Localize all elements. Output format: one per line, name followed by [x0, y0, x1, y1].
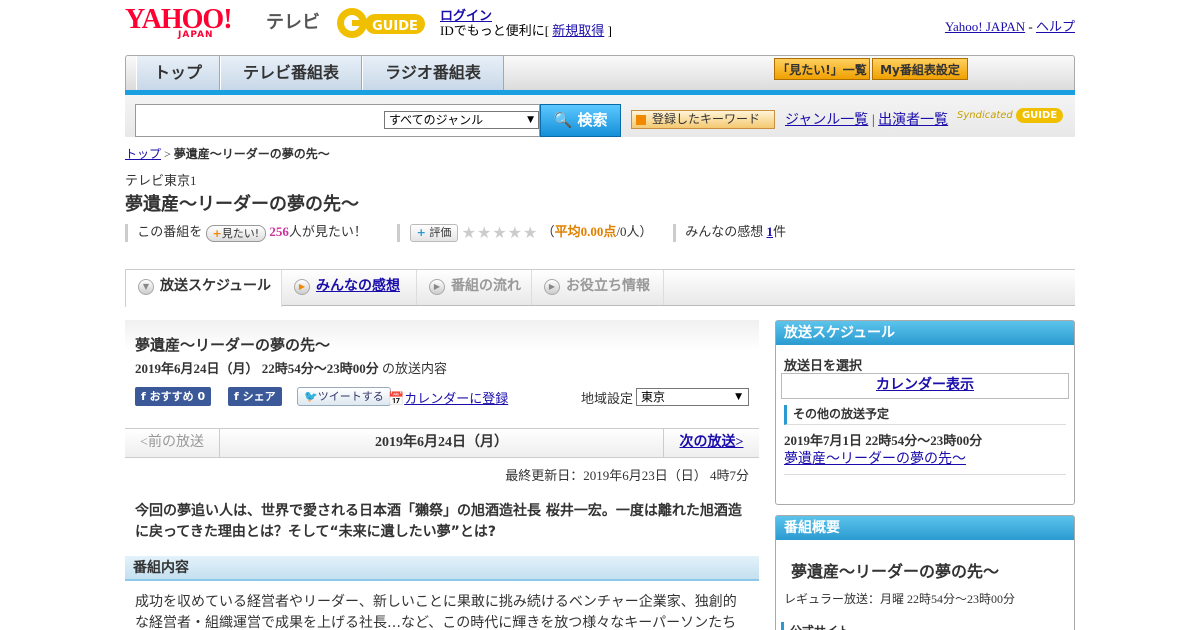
regular-broadcast: レギュラー放送：月曜 22時54分～23時00分 — [784, 592, 1016, 606]
breadcrumb-top[interactable]: トップ — [125, 147, 161, 161]
twitter-icon: 🐦 — [304, 390, 318, 403]
program-tabs: ▼ 放送スケジュール ▶ みんなの感想 ▶ 番組の流れ ▶ お役立ち情報 — [125, 270, 1075, 307]
mitai-count: 256 — [269, 224, 289, 239]
mitai-list-button[interactable]: 「見たい!」一覧 — [774, 58, 870, 80]
rating-stars[interactable]: ★★★★★ — [462, 225, 539, 242]
other-schedule-date: 2019年7月1日 22時54分～23時00分 — [784, 433, 983, 448]
facebook-recommend-button[interactable]: f おすすめ 0 — [135, 387, 212, 406]
tab-useful-info[interactable]: ▶ お役立ち情報 — [532, 270, 664, 305]
other-schedule-link[interactable]: 夢遺産～リーダーの夢の先～ — [784, 448, 966, 468]
yahoo-japan-sublogo: JAPAN — [178, 30, 214, 40]
page-title: 夢遺産～リーダーの夢の先～ — [125, 194, 359, 215]
performer-list-link[interactable]: 出演者一覧 — [878, 113, 948, 128]
plus-icon: + — [212, 226, 222, 240]
tweet-button[interactable]: 🐦ツイートする — [297, 387, 391, 406]
summary-program-title: 夢遺産～リーダーの夢の先～ — [791, 562, 1000, 581]
search-icon: 🔍 — [553, 111, 573, 129]
chevron-down-icon: ▼ — [138, 279, 154, 295]
other-schedule-head: その他の放送予定 — [784, 405, 1066, 425]
breadcrumb: トップ > 夢遺産～リーダーの夢の先～ — [125, 147, 330, 161]
syndicated-guide-logo: GUIDE — [1015, 108, 1064, 123]
nav-tab-top[interactable]: トップ — [136, 56, 220, 90]
top-right-links: Yahoo! JAPAN - ヘルプ — [944, 19, 1075, 34]
search-button[interactable]: 🔍 検索 — [540, 104, 621, 137]
svg-text:GUIDE: GUIDE — [372, 19, 418, 34]
g-guide-logo: GUIDE — [335, 6, 431, 40]
calendar-register-link[interactable]: 📅カレンダーに登録 — [388, 388, 508, 407]
average-rating: 平均0.00点 — [554, 224, 617, 239]
sidebar-schedule-head: 放送スケジュール — [776, 321, 1074, 345]
current-broadcast-date: 2019年6月24日（月） — [375, 435, 508, 450]
plus-icon: + — [416, 226, 426, 240]
play-icon: ▶ — [429, 279, 445, 295]
dropdown-icon — [636, 115, 646, 125]
prev-broadcast: <前の放送 — [125, 429, 220, 457]
region-label: 地域設定 — [581, 391, 634, 406]
region-select[interactable]: 東京 ▼ — [636, 388, 749, 406]
program-stats: この番組を +見たい! 256人が見たい！ + 評価 ★★★★★ （平均0.00… — [125, 221, 786, 243]
section-title-content: 番組内容 — [125, 556, 759, 581]
facebook-share-button[interactable]: f シェア — [228, 387, 282, 406]
genre-list-link[interactable]: ジャンル一覧 — [785, 113, 868, 128]
main-nav: トップ テレビ番組表 ラジオ番組表 「見たい!」一覧 My番組表設定 — [125, 55, 1075, 91]
select-day-label: 放送日を選択 — [784, 358, 863, 373]
facebook-icon: f — [234, 390, 239, 403]
id-promo: IDでもっと便利に[ 新規取得 ] — [440, 23, 612, 38]
yahoo-japan-link[interactable]: Yahoo! JAPAN — [945, 19, 1025, 34]
genre-select[interactable]: すべてのジャンル ▼ — [384, 111, 539, 129]
play-icon: ▶ — [294, 279, 310, 295]
facebook-icon: f — [141, 390, 146, 403]
dropdown-arrow-icon: ▼ — [735, 392, 742, 402]
official-site-label: 公式サイト — [781, 622, 850, 630]
tab-impressions[interactable]: ▶ みんなの感想 — [282, 270, 417, 305]
last-updated: 最終更新日：2019年6月23日（日） 4時7分 — [505, 468, 749, 483]
help-link[interactable]: ヘルプ — [1036, 19, 1075, 34]
main-title: 夢遺産～リーダーの夢の先～ — [135, 336, 331, 354]
dropdown-arrow-icon: ▼ — [527, 115, 534, 125]
syndicated-label: Syndicated GUIDE — [957, 108, 1064, 123]
broadcast-pager: <前の放送 2019年6月24日（月） 次の放送> — [125, 428, 759, 458]
play-icon: ▶ — [544, 279, 560, 295]
tv-service-label: テレビ — [266, 12, 320, 33]
program-content: 成功を収めている経営者やリーダー、新しいことに果敢に挑み続けるベンチャー企業家、… — [135, 594, 737, 630]
sidebar-summary-head: 番組概要 — [776, 516, 1074, 540]
calendar-display-button[interactable]: カレンダー表示 — [781, 373, 1069, 399]
tab-schedule[interactable]: ▼ 放送スケジュール — [125, 270, 282, 307]
program-summary: 今回の夢追い人は、世界で愛される日本酒「獺祭」の旭酒造社長 桜井一宏。一度は離れ… — [135, 503, 742, 540]
station-name: テレビ東京1 — [125, 173, 197, 188]
register-link[interactable]: 新規取得 — [552, 23, 604, 38]
nav-tab-radio-schedule[interactable]: ラジオ番組表 — [362, 56, 504, 90]
mitai-button[interactable]: +見たい! — [205, 224, 267, 242]
tab-program-flow[interactable]: ▶ 番組の流れ — [417, 270, 532, 305]
calendar-plus-icon: 📅 — [388, 391, 405, 406]
broadcast-date: 2019年6月24日（月） 22時54分～23時00分 の放送内容 — [135, 361, 448, 376]
search-links: ジャンル一覧 | 出演者一覧 — [785, 113, 949, 128]
rating-button[interactable]: + 評価 — [409, 224, 459, 243]
next-broadcast-link[interactable]: 次の放送> — [663, 429, 759, 457]
nav-tab-tv-schedule[interactable]: テレビ番組表 — [220, 56, 362, 90]
breadcrumb-current: 夢遺産～リーダーの夢の先～ — [173, 147, 330, 161]
registered-keyword-button[interactable]: 登録したキーワード — [631, 110, 775, 129]
my-schedule-button[interactable]: My番組表設定 — [872, 58, 968, 80]
